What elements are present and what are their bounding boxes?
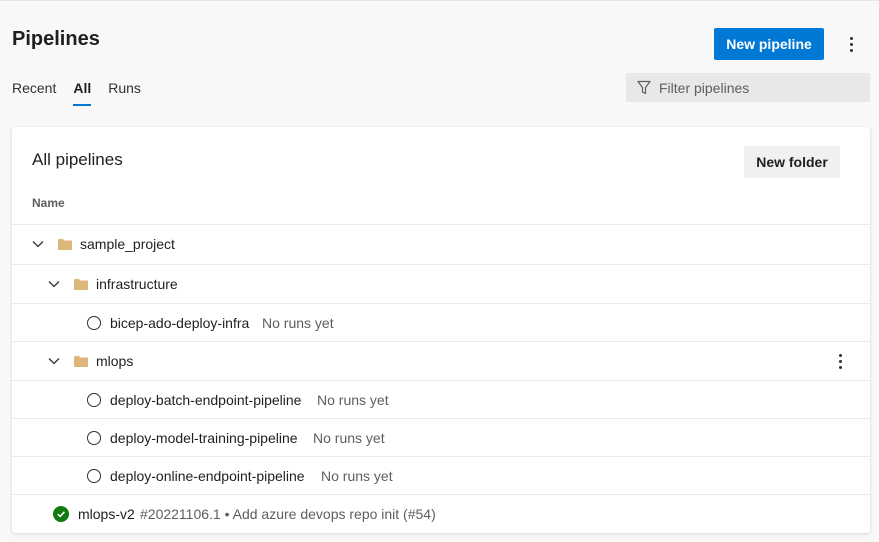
chevron-down-icon[interactable]	[47, 354, 61, 368]
not-run-status-icon	[87, 469, 101, 483]
pipeline-row-bicep[interactable]: bicep-ado-deploy-infra No runs yet	[12, 303, 870, 342]
pipeline-status: No runs yet	[262, 315, 334, 331]
more-actions-icon[interactable]	[843, 34, 859, 54]
tree-row-infrastructure[interactable]: infrastructure	[12, 264, 870, 303]
all-pipelines-card: All pipelines New folder Name sample_pro…	[12, 127, 870, 533]
more-actions-icon[interactable]	[832, 351, 848, 371]
folder-name[interactable]: mlops	[96, 353, 133, 369]
tree-row-mlops[interactable]: mlops	[12, 341, 870, 380]
pipeline-name[interactable]: mlops-v2	[78, 506, 135, 522]
not-run-status-icon	[87, 431, 101, 445]
page-title: Pipelines	[12, 28, 100, 50]
tab-runs[interactable]: Runs	[108, 80, 141, 106]
pipeline-row-mlops-v2[interactable]: mlops-v2 #20221106.1 • Add azure devops …	[12, 494, 870, 533]
run-info[interactable]: #20221106.1 • Add azure devops repo init…	[140, 506, 436, 522]
chevron-down-icon[interactable]	[47, 277, 61, 291]
tab-all[interactable]: All	[73, 80, 91, 106]
succeeded-status-icon	[53, 506, 69, 522]
filter-icon	[637, 80, 651, 95]
folder-icon	[58, 238, 72, 250]
tab-bar: Recent All Runs	[12, 80, 158, 106]
not-run-status-icon	[87, 393, 101, 407]
folder-icon	[74, 355, 88, 367]
checkmark-icon	[57, 511, 65, 518]
chevron-down-icon[interactable]	[31, 237, 45, 251]
tab-recent[interactable]: Recent	[12, 80, 56, 106]
folder-name[interactable]: infrastructure	[96, 276, 178, 292]
pipeline-name[interactable]: deploy-online-endpoint-pipeline	[110, 468, 305, 484]
pipeline-row-training[interactable]: deploy-model-training-pipeline No runs y…	[12, 418, 870, 457]
pipeline-name[interactable]: bicep-ado-deploy-infra	[110, 315, 249, 331]
top-divider	[0, 0, 879, 1]
filter-placeholder: Filter pipelines	[659, 79, 750, 96]
pipeline-status: No runs yet	[321, 468, 393, 484]
pipeline-name[interactable]: deploy-model-training-pipeline	[110, 430, 298, 446]
filter-pipelines-input[interactable]: Filter pipelines	[626, 73, 870, 102]
folder-name[interactable]: sample_project	[80, 236, 175, 252]
pipeline-name[interactable]: deploy-batch-endpoint-pipeline	[110, 392, 301, 408]
new-pipeline-button[interactable]: New pipeline	[714, 28, 824, 60]
new-folder-button[interactable]: New folder	[744, 146, 840, 178]
pipeline-row-online[interactable]: deploy-online-endpoint-pipeline No runs …	[12, 456, 870, 495]
not-run-status-icon	[87, 316, 101, 330]
tree-row-sample-project[interactable]: sample_project	[12, 224, 870, 263]
pipeline-row-batch[interactable]: deploy-batch-endpoint-pipeline No runs y…	[12, 380, 870, 419]
pipeline-status: No runs yet	[313, 430, 385, 446]
pipeline-status: No runs yet	[317, 392, 389, 408]
folder-icon	[74, 278, 88, 290]
card-title: All pipelines	[32, 150, 123, 169]
column-header-name: Name	[32, 196, 65, 210]
